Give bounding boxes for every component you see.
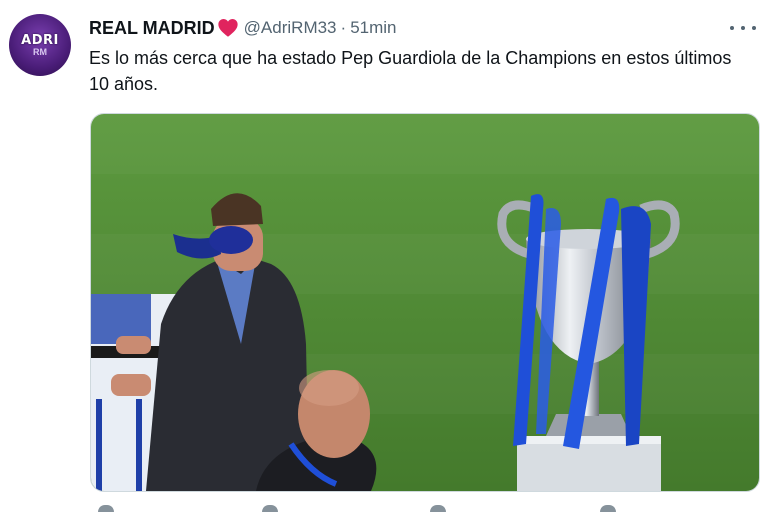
- tweet-actions-bar: [90, 505, 758, 512]
- avatar[interactable]: ADRI RM: [9, 14, 71, 76]
- share-icon[interactable]: [600, 505, 616, 512]
- separator-dot: ·: [340, 18, 347, 37]
- photo-scene: [91, 114, 759, 491]
- tweet-timestamp[interactable]: 51min: [350, 18, 396, 38]
- like-icon[interactable]: [430, 505, 446, 512]
- more-options-icon[interactable]: [730, 18, 756, 38]
- author-name[interactable]: REAL MADRID: [89, 18, 215, 39]
- retweet-icon[interactable]: [262, 505, 278, 512]
- heart-icon: [218, 19, 238, 37]
- tweet-text: Es lo más cerca que ha estado Pep Guardi…: [89, 48, 732, 94]
- reply-icon[interactable]: [98, 505, 114, 512]
- author-handle[interactable]: @AdriRM33: [244, 18, 337, 38]
- avatar-subtext: RM: [33, 46, 47, 57]
- avatar-text: ADRI: [21, 32, 59, 48]
- tweet-media-photo[interactable]: [90, 113, 760, 492]
- tweet-header: REAL MADRID @AdriRM33 · 51min: [89, 15, 397, 41]
